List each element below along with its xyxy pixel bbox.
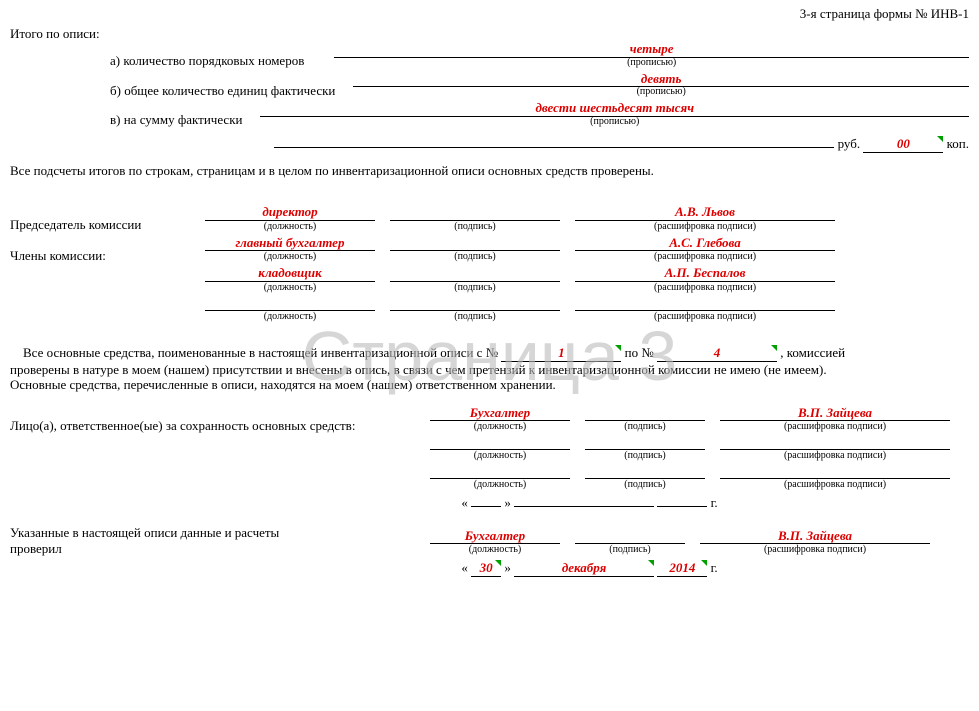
- member2-position: кладовщик: [205, 265, 375, 282]
- resp1-sign: [585, 406, 705, 421]
- member3-name: [575, 296, 835, 311]
- check-date-g: г.: [711, 560, 718, 575]
- check-date-y: 2014: [657, 560, 707, 577]
- check-date-d: 30: [471, 560, 501, 577]
- cap-sign: (подпись): [390, 221, 560, 233]
- resp-date-y: [657, 506, 707, 507]
- resp2-position: [430, 435, 570, 450]
- member1-sign: [390, 236, 560, 251]
- chairman-position: директор: [205, 204, 375, 221]
- member2-name: А.П. Беспалов: [575, 265, 835, 282]
- resp2-sign: [585, 435, 705, 450]
- check-date-close: »: [504, 560, 511, 575]
- totals-a-label: а) количество порядковых номеров: [110, 53, 304, 69]
- resp-date-m: [514, 506, 654, 507]
- totals-a-caption: (прописью): [334, 57, 969, 69]
- resp-date-d: [471, 506, 501, 507]
- resp3-name: [720, 464, 950, 479]
- cap-position: (должность): [205, 221, 375, 233]
- rub-label: руб.: [838, 136, 861, 151]
- responsible-label: Лицо(а), ответственное(ые) за сохранност…: [10, 418, 360, 434]
- resp3-position: [430, 464, 570, 479]
- resp3-sign: [585, 464, 705, 479]
- member3-sign: [390, 296, 560, 311]
- cap-name: (расшифровка подписи): [575, 221, 835, 233]
- resp-date-close: »: [504, 495, 511, 510]
- resp-date-g: г.: [711, 495, 718, 510]
- totals-b-label: б) общее количество единиц фактически: [110, 83, 335, 99]
- resp1-name: В.П. Зайцева: [720, 405, 950, 422]
- resp-date-open: «: [461, 495, 468, 510]
- totals-c-value: двести шестьдесят тысяч: [260, 100, 969, 117]
- checker-name: В.П. Зайцева: [700, 528, 930, 545]
- member1-name: А.С. Глебова: [575, 235, 835, 252]
- kop-value: 00: [863, 136, 943, 153]
- totals-b-value: девять: [353, 71, 969, 88]
- resp1-position: Бухгалтер: [430, 405, 570, 422]
- assets-paragraph: Все основные средства, поименованные в н…: [10, 345, 969, 393]
- verify-text: Все подсчеты итогов по строкам, страница…: [10, 163, 969, 179]
- chairman-name: А.В. Львов: [575, 204, 835, 221]
- checker-position: Бухгалтер: [430, 528, 560, 545]
- members-label: Члены комиссии:: [10, 248, 205, 264]
- assets-from: 1: [501, 345, 621, 362]
- check-date-open: «: [461, 560, 468, 575]
- member2-sign: [390, 267, 560, 282]
- totals-c-label: в) на сумму фактически: [110, 112, 242, 128]
- checker-label: Указанные в настоящей описи данные и рас…: [10, 525, 320, 556]
- totals-title: Итого по описи:: [10, 26, 969, 42]
- member3-position: [205, 296, 375, 311]
- assets-to: 4: [657, 345, 777, 362]
- totals-b-caption: (прописью): [353, 86, 969, 98]
- totals-c-caption: (прописью): [260, 116, 969, 128]
- totals-a-value: четыре: [334, 41, 969, 58]
- chairman-label: Председатель комиссии: [10, 217, 205, 233]
- check-date-m: декабря: [514, 560, 654, 577]
- kop-label: коп.: [947, 136, 969, 151]
- chairman-sign: [390, 206, 560, 221]
- page-header: 3-я страница формы № ИНВ-1: [10, 6, 969, 22]
- member1-position: главный бухгалтер: [205, 235, 375, 252]
- resp2-name: [720, 435, 950, 450]
- checker-sign: [575, 529, 685, 544]
